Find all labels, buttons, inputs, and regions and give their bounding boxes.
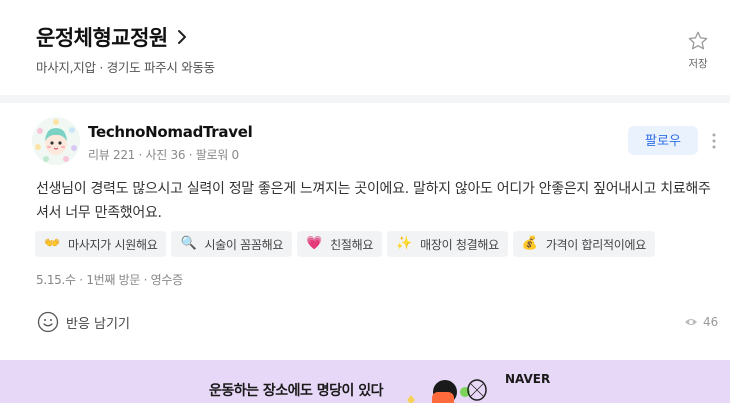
- view-count: 46: [684, 315, 718, 329]
- heart-icon: 💗: [306, 236, 323, 251]
- ad-banner[interactable]: 운동하는 장소에도 명당이 있다 NAVER: [0, 360, 730, 403]
- avatar-image: [32, 117, 80, 165]
- avatar[interactable]: [32, 117, 80, 165]
- reviewer-name[interactable]: TechnoNomadTravel: [88, 123, 253, 141]
- place-header: 운정체형교정원 마사지,지압 · 경기도 파주시 와동동 저장: [0, 0, 730, 95]
- naver-logo: NAVER: [505, 372, 551, 386]
- save-button[interactable]: 저장: [684, 30, 712, 71]
- tag-label: 친절해요: [330, 237, 374, 252]
- place-title-link[interactable]: 운정체형교정원: [36, 22, 188, 52]
- review-tag: 👐 마사지가 시원해요: [35, 231, 167, 257]
- star-icon: [688, 31, 708, 50]
- review-card: TechnoNomadTravel 리뷰 221 · 사진 36 · 팔로워 0…: [0, 103, 730, 359]
- review-tag: 🔍 시술이 꼼꼼해요: [171, 231, 293, 257]
- section-divider: [0, 95, 730, 103]
- review-tag: ✨ 매장이 청결해요: [387, 231, 508, 257]
- chevron-right-icon: [177, 30, 186, 44]
- coins-icon: 💰: [521, 236, 538, 251]
- place-name: 운정체형교정원: [36, 26, 168, 50]
- hands-icon: 👐: [44, 236, 60, 251]
- tag-label: 마사지가 시원해요: [68, 237, 158, 252]
- tag-label: 시술이 꼼꼼해요: [204, 237, 284, 252]
- review-tag: 💰 가격이 합리적이에요: [512, 231, 655, 257]
- banner-illustration: [407, 379, 487, 403]
- react-button[interactable]: 반응 남기기: [37, 311, 130, 333]
- eye-icon: [685, 319, 697, 325]
- react-label: 반응 남기기: [66, 316, 130, 332]
- visit-meta: 5.15.수 · 1번째 방문 · 영수증: [36, 273, 183, 287]
- tag-label: 매장이 청결해요: [420, 237, 499, 252]
- more-options-icon[interactable]: [707, 130, 721, 152]
- banner-text: 운동하는 장소에도 명당이 있다: [209, 383, 384, 399]
- reviewer-stats: 리뷰 221 · 사진 36 · 팔로워 0: [88, 148, 239, 162]
- save-label: 저장: [688, 58, 708, 70]
- sparkle-icon: ✨: [396, 236, 413, 251]
- review-tag: 💗 친절해요: [297, 231, 383, 257]
- view-count-value: 46: [703, 315, 719, 329]
- place-subtitle: 마사지,지압 · 경기도 파주시 와동동: [36, 60, 215, 75]
- follow-button[interactable]: 팔로우: [628, 126, 698, 155]
- review-text: 선생님이 경력도 많으시고 실력이 정말 좋은게 느껴지는 곳이에요. 말하지 …: [36, 181, 711, 221]
- smiley-icon: [37, 311, 59, 333]
- review-tags: 👐 마사지가 시원해요 🔍 시술이 꼼꼼해요 💗 친절해요 ✨ 매장이 청결해요…: [35, 231, 655, 257]
- magnifier-icon: 🔍: [180, 236, 197, 251]
- tag-label: 가격이 합리적이에요: [545, 237, 646, 252]
